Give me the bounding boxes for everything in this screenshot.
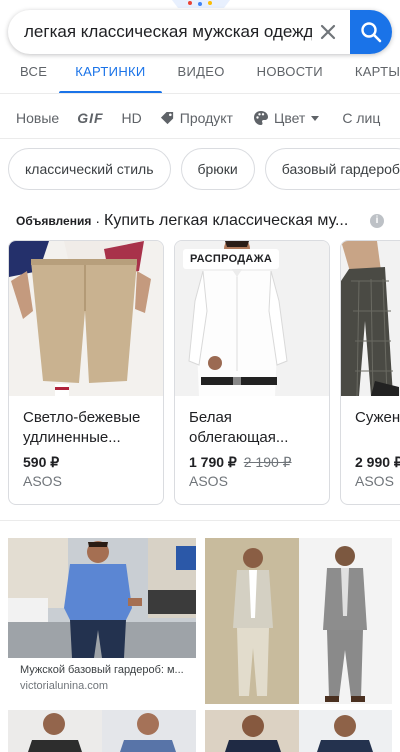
result-thumbnail	[205, 538, 392, 704]
product-price: 1 790 ₽	[189, 454, 237, 470]
product-card[interactable]: Светло-бежевые удлиненные... 590 ₽ ASOS	[8, 240, 164, 505]
tab-all[interactable]: ВСЕ	[0, 60, 59, 94]
filter-gif[interactable]: GIF	[67, 110, 113, 126]
doodle-decoration	[172, 0, 230, 8]
product-price: 2 990 ₽	[355, 454, 400, 470]
tabs-divider	[0, 93, 400, 94]
product-store: ASOS	[189, 473, 228, 489]
filters-divider	[0, 138, 400, 139]
filter-hd-label: HD	[121, 110, 142, 126]
search-input[interactable]	[8, 10, 312, 54]
result-thumbnail	[205, 710, 392, 752]
product-card[interactable]: Сужен строги 2 990 ₽ ASOS	[340, 240, 400, 505]
filter-color-label: Цвет	[273, 110, 306, 126]
image-result[interactable]	[205, 538, 392, 704]
tag-icon	[160, 111, 173, 124]
result-thumbnail	[8, 538, 196, 658]
filter-gif-label: GIF	[77, 110, 104, 126]
ads-separator: ·	[95, 213, 100, 229]
product-carousel: Светло-бежевые удлиненные... 590 ₽ ASOS	[8, 240, 400, 505]
filter-product-label: Продукт	[179, 110, 233, 126]
product-image: РАСПРОДАЖА	[175, 241, 329, 396]
image-result[interactable]: Мужской базовый гардероб: м... victorial…	[8, 538, 196, 698]
filter-new[interactable]: Новые	[0, 110, 67, 126]
search-button[interactable]	[350, 10, 392, 54]
product-price-row: 1 790 ₽ 2 190 ₽	[189, 454, 315, 471]
product-old-price: 2 190 ₽	[243, 454, 292, 470]
palette-icon	[253, 111, 268, 125]
product-title: Светло-бежевые удлиненные...	[23, 409, 141, 446]
caret-down-icon	[311, 116, 320, 121]
result-caption: Мужской базовый гардероб: м...	[20, 664, 184, 676]
sale-badge: РАСПРОДАЖА	[183, 249, 280, 269]
product-image	[341, 241, 400, 396]
image-result[interactable]	[205, 710, 392, 752]
search-tabs: ВСЕ КАРТИНКИ ВИДЕО НОВОСТИ КАРТЫ	[0, 60, 400, 94]
product-title: Белая облегающая...	[189, 409, 289, 446]
result-thumbnail	[8, 710, 196, 752]
close-icon	[320, 24, 336, 40]
image-result[interactable]	[8, 710, 196, 752]
filter-faces-label: С лиц	[342, 110, 381, 126]
filter-new-label: Новые	[16, 110, 60, 126]
section-divider	[0, 520, 400, 521]
tab-images[interactable]: КАРТИНКИ	[59, 60, 162, 94]
ads-label: Объявления	[16, 214, 92, 228]
product-store: ASOS	[355, 473, 394, 489]
info-icon[interactable]: i	[370, 214, 384, 228]
search-icon	[361, 22, 382, 43]
product-title: Сужен строги	[355, 409, 400, 426]
image-results-grid: Мужской базовый гардероб: м... victorial…	[0, 538, 400, 752]
chip-trousers[interactable]: брюки	[180, 148, 255, 190]
product-price-row: 2 990 ₽	[355, 454, 400, 471]
chip-classic-style[interactable]: классический стиль	[8, 148, 171, 190]
filter-product[interactable]: Продукт	[150, 110, 243, 126]
related-chips: классический стиль брюки базовый гардеро…	[0, 148, 400, 190]
tab-video[interactable]: ВИДЕО	[162, 60, 241, 94]
filter-color[interactable]: Цвет	[243, 110, 330, 126]
product-card[interactable]: РАСПРОДАЖА Белая облегающая... 1 790 ₽ 2…	[174, 240, 330, 505]
clear-button[interactable]	[312, 10, 344, 54]
filter-hd[interactable]: HD	[114, 110, 150, 126]
product-price: 590 ₽	[23, 454, 60, 470]
chip-basic-wardrobe[interactable]: базовый гардероб	[264, 148, 400, 190]
tab-maps[interactable]: КАРТЫ	[339, 60, 400, 94]
tab-news[interactable]: НОВОСТИ	[241, 60, 339, 94]
product-price-row: 590 ₽	[23, 454, 149, 471]
product-image	[9, 241, 163, 396]
search-bar	[8, 10, 392, 54]
result-source: victorialunina.com	[20, 680, 109, 692]
filter-bar: Новые GIF HD Продукт Цвет С лиц	[0, 100, 400, 136]
ads-title: Купить легкая классическая му...	[104, 212, 349, 229]
ads-header: Объявления · Купить легкая классическая …	[16, 210, 386, 232]
product-store: ASOS	[23, 473, 62, 489]
filter-faces[interactable]: С лиц	[330, 110, 388, 126]
